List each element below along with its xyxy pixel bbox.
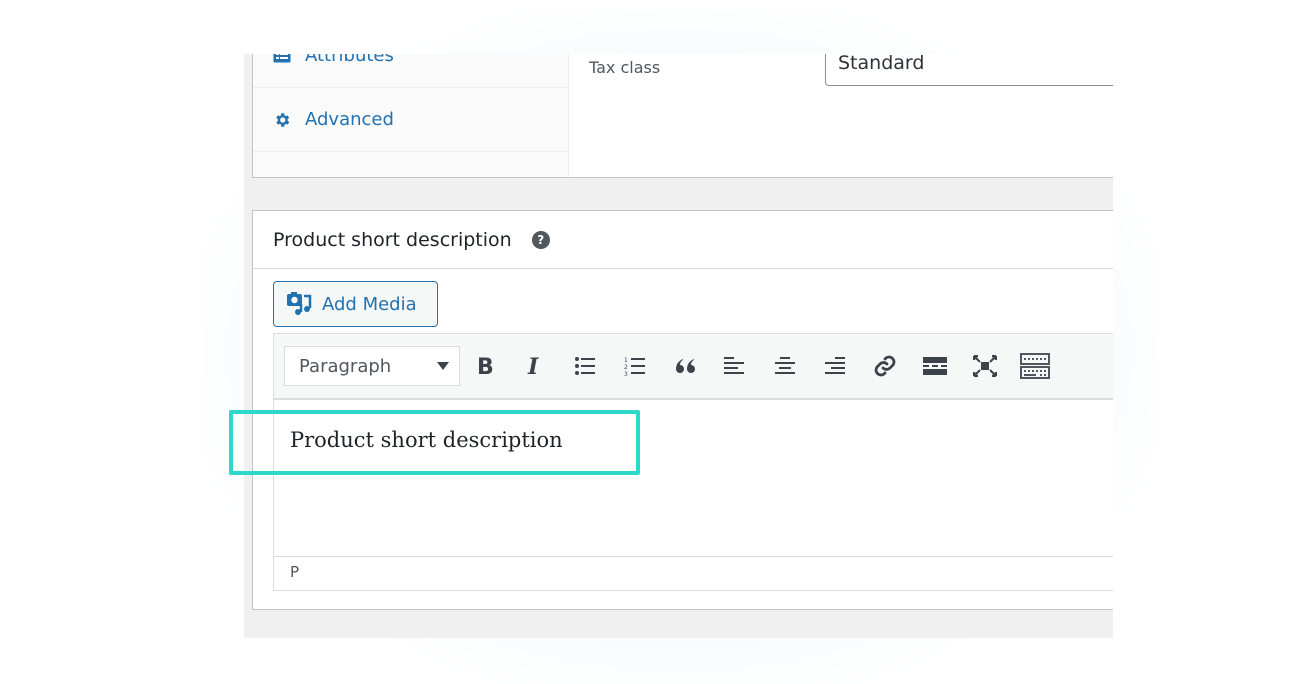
product-data-panel: Attributes Advanced Tax class Standard <box>252 54 1113 178</box>
help-icon[interactable]: ? <box>531 230 550 249</box>
toolbar-toggle-icon <box>1020 353 1050 379</box>
tax-class-select[interactable]: Standard <box>825 54 1113 86</box>
bold-button[interactable]: B <box>460 346 510 386</box>
svg-text:2: 2 <box>624 364 628 371</box>
editor-content-area[interactable]: Product short description <box>274 400 1113 556</box>
format-select-value: Paragraph <box>299 355 392 377</box>
align-left-button[interactable] <box>710 346 760 386</box>
read-more-icon <box>923 357 947 375</box>
fullscreen-button[interactable] <box>960 346 1010 386</box>
insert-link-button[interactable] <box>860 346 910 386</box>
editor-statusbar: P <box>274 556 1113 590</box>
svg-text:1: 1 <box>624 357 628 364</box>
bullet-list-button[interactable] <box>560 346 610 386</box>
tab-attributes[interactable]: Attributes <box>253 54 569 88</box>
align-left-icon <box>724 357 744 374</box>
gear-icon <box>271 109 293 131</box>
rich-text-editor: Paragraph B I 123 Product short descript… <box>273 333 1113 591</box>
add-media-label: Add Media <box>322 293 417 315</box>
editor-content-text: Product short description <box>290 428 563 452</box>
panel-header: Product short description ? <box>253 211 1113 269</box>
blockquote-icon <box>676 359 695 373</box>
align-right-icon <box>825 357 845 374</box>
svg-text:3: 3 <box>624 371 628 376</box>
attributes-icon <box>271 54 293 67</box>
align-center-button[interactable] <box>760 346 810 386</box>
tab-advanced-label: Advanced <box>305 109 394 130</box>
editor-toolbar: Paragraph B I 123 <box>274 334 1113 400</box>
tax-class-label: Tax class <box>589 58 661 77</box>
read-more-button[interactable] <box>910 346 960 386</box>
svg-text:B: B <box>477 355 494 377</box>
add-media-button[interactable]: Add Media <box>273 281 438 327</box>
short-description-panel: Product short description ? Add Media Pa… <box>252 210 1113 610</box>
bullet-list-icon <box>575 357 595 375</box>
add-media-icon <box>286 291 314 317</box>
align-center-icon <box>775 357 795 374</box>
product-data-tabs: Attributes Advanced <box>253 54 569 177</box>
svg-text:I: I <box>527 355 539 377</box>
chevron-down-icon <box>437 362 449 370</box>
bold-icon: B <box>477 355 494 377</box>
panel-title: Product short description <box>273 228 512 251</box>
tab-advanced[interactable]: Advanced <box>253 88 569 152</box>
numbered-list-button[interactable]: 123 <box>610 346 660 386</box>
tab-attributes-label: Attributes <box>305 54 394 66</box>
numbered-list-icon: 123 <box>624 357 645 376</box>
format-select[interactable]: Paragraph <box>284 346 460 386</box>
element-path[interactable]: P <box>290 563 299 581</box>
italic-button[interactable]: I <box>510 346 560 386</box>
italic-icon: I <box>527 355 539 377</box>
toolbar-toggle-button[interactable] <box>1010 346 1060 386</box>
fullscreen-icon <box>973 355 997 377</box>
link-icon <box>874 355 896 377</box>
blockquote-button[interactable] <box>660 346 710 386</box>
align-right-button[interactable] <box>810 346 860 386</box>
screenshot-frame: Attributes Advanced Tax class Standard P… <box>244 54 1113 638</box>
